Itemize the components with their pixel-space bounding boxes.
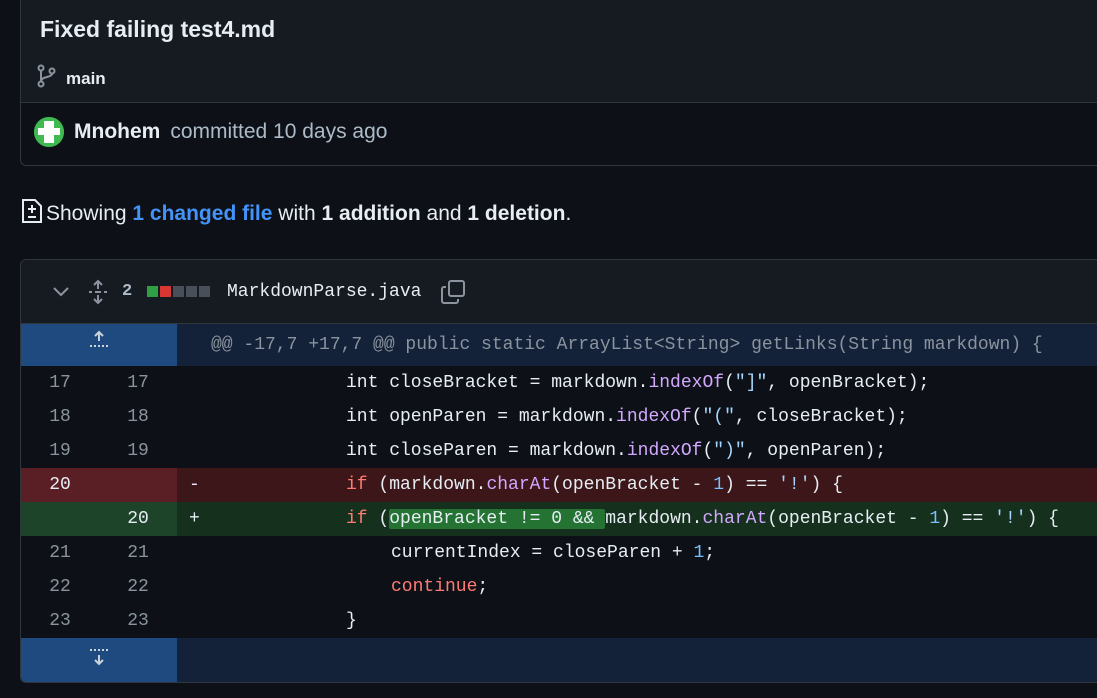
new-line-number[interactable]: 18 [99,400,177,434]
diff-summary: Showing 1 changed file with 1 addition a… [20,198,571,230]
code-line: } [346,611,357,631]
git-branch-icon [36,64,58,93]
diffstat-bar [147,286,212,297]
code-line: + if (openBracket != 0 && markdown.charAt… [177,502,1097,536]
code-line: int openParen = markdown.indexOf("(", cl… [346,407,908,427]
commit-header: Fixed failing test4.md main Mnohem commi… [20,0,1097,166]
table-row: 18 18 int openParen = markdown.indexOf("… [21,400,1097,434]
file-diff: 2 MarkdownParse.java @@ -17,7 +17,7 @@ p… [20,259,1097,683]
summary-with: with [278,202,316,225]
old-line-number[interactable]: 18 [21,400,99,434]
branch-indicator[interactable]: main [36,64,106,93]
diff-table: @@ -17,7 +17,7 @@ public static ArrayLis… [21,324,1097,682]
stat-neutral-box [199,286,210,297]
hunk-row: @@ -17,7 +17,7 @@ public static ArrayLis… [21,324,1097,366]
table-row: 19 19 int closeParen = markdown.indexOf(… [21,434,1097,468]
table-row: 21 21 currentIndex = closeParen + 1; [21,536,1097,570]
author-link[interactable]: Mnohem [74,120,160,144]
old-line-number[interactable]: 23 [21,604,99,638]
commit-title: Fixed failing test4.md [40,16,276,42]
old-line-number[interactable]: 17 [21,366,99,400]
old-line-number[interactable]: 22 [21,570,99,604]
code-line: int closeParen = markdown.indexOf(")", o… [346,441,887,461]
new-line-number[interactable] [99,468,177,502]
chevron-down-icon[interactable] [51,285,71,299]
stat-neutral-box [186,286,197,297]
table-row: 22 22 continue; [21,570,1097,604]
file-diff-icon [20,198,44,230]
code-line: continue; [391,577,489,597]
new-line-number[interactable]: 21 [99,536,177,570]
added-row: 20 + if (openBracket != 0 && markdown.cha… [21,502,1097,536]
new-line-number[interactable]: 19 [99,434,177,468]
copy-icon[interactable] [440,279,466,305]
expand-up-button[interactable] [21,324,177,366]
table-row: 23 23 } [21,604,1097,638]
new-line-number[interactable]: 23 [99,604,177,638]
old-line-number[interactable]: 21 [21,536,99,570]
deleted-row: 20 - if (markdown.charAt(openBracket - 1)… [21,468,1097,502]
stat-add-box [147,286,158,297]
avatar[interactable] [34,117,64,147]
expand-down-button[interactable] [21,638,177,682]
summary-period: . [565,202,572,225]
expander-bar [177,638,1097,682]
summary-prefix: Showing [46,202,127,225]
old-line-number[interactable]: 20 [21,468,99,502]
commit-footer: Mnohem committed 10 days ago [21,103,1097,165]
expander-row [21,638,1097,682]
table-row: 17 17 int closeBracket = markdown.indexO… [21,366,1097,400]
author-row: Mnohem committed 10 days ago [34,117,387,147]
expand-all-icon[interactable] [87,279,109,305]
deletions-count: 1 deletion [467,202,566,225]
highlighted-change: openBracket != 0 && [389,509,606,529]
branch-name: main [66,68,106,88]
hunk-header: @@ -17,7 +17,7 @@ public static ArrayLis… [177,324,1097,366]
code-line: - if (markdown.charAt(openBracket - 1) ==… [177,468,1097,502]
stat-del-box [160,286,171,297]
expand-up-icon [88,324,110,366]
commit-time: committed 10 days ago [170,120,388,143]
old-line-number[interactable]: 19 [21,434,99,468]
file-name-link[interactable]: MarkdownParse.java [227,282,421,302]
code-line: currentIndex = closeParen + 1; [391,543,716,563]
expand-down-icon [88,647,110,675]
summary-and: and [426,202,462,225]
new-line-number[interactable]: 20 [99,502,177,536]
additions-count: 1 addition [321,202,421,225]
new-line-number[interactable]: 22 [99,570,177,604]
diff-marker: + [189,509,200,529]
file-header: 2 MarkdownParse.java [21,260,1097,324]
new-line-number[interactable]: 17 [99,366,177,400]
code-line: int closeBracket = markdown.indexOf("]",… [346,373,930,393]
changed-files-link[interactable]: 1 changed file [132,202,272,226]
old-line-number[interactable] [21,502,99,536]
stat-neutral-box [173,286,184,297]
diffstat-count: 2 [122,282,133,301]
diff-marker: - [189,475,200,495]
